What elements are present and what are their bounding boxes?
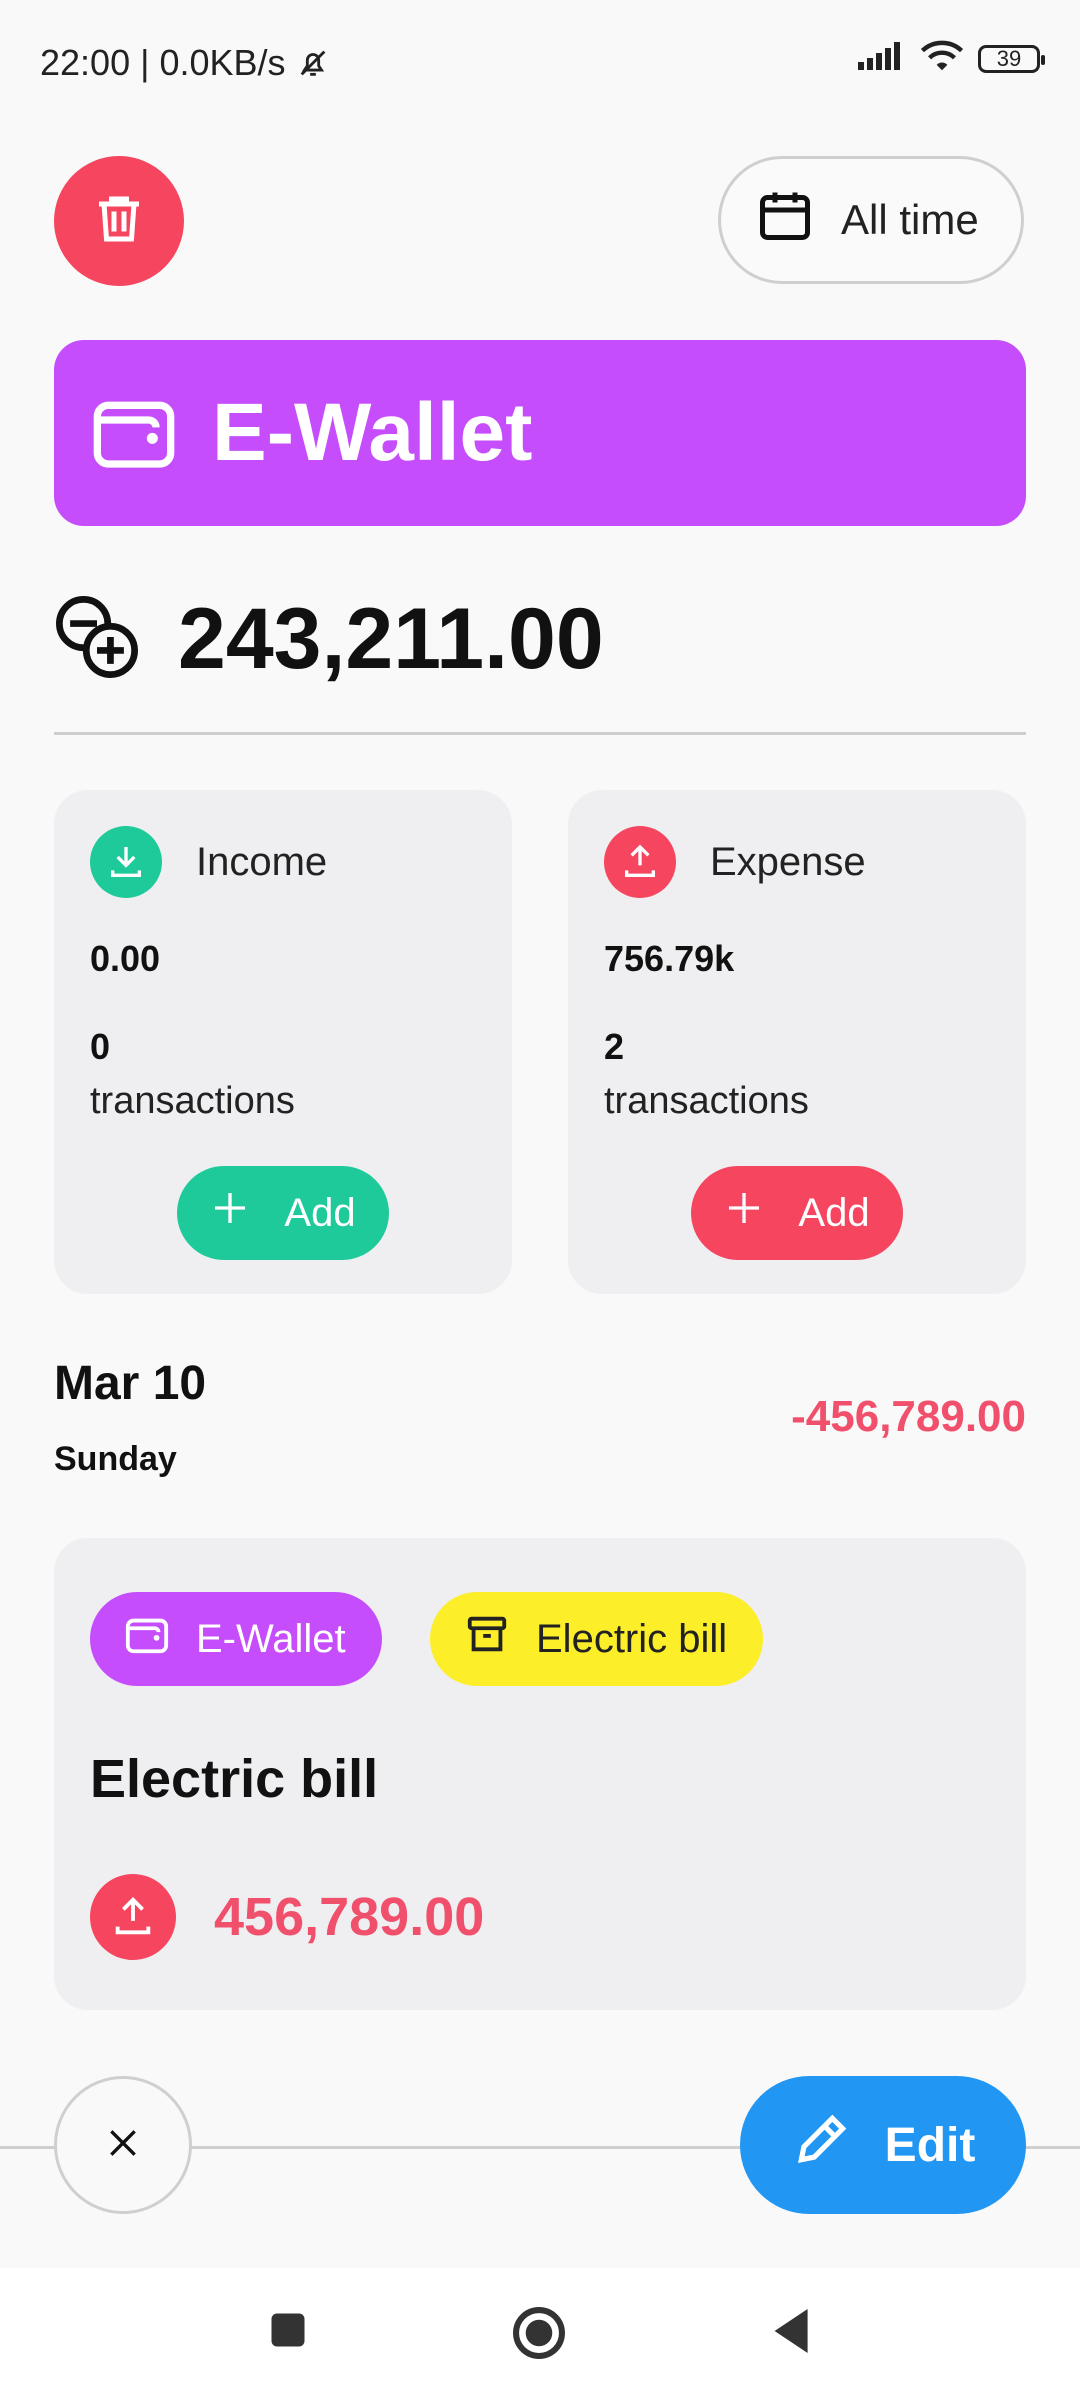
add-income-label: Add xyxy=(284,1190,356,1235)
date-heading: Mar 10 xyxy=(54,1357,207,1410)
expense-card: Expense 756.79k 2 transactions Add xyxy=(568,790,1026,1294)
wallet-balance: 243,211.00 xyxy=(178,591,604,687)
edit-label: Edit xyxy=(884,2118,976,2172)
divider xyxy=(54,732,1026,735)
battery-indicator: 39 xyxy=(978,44,1045,73)
add-income-button[interactable]: Add xyxy=(177,1166,389,1260)
expense-label: Expense xyxy=(710,839,866,884)
period-label: All time xyxy=(841,196,979,243)
back-button[interactable] xyxy=(768,2304,812,2363)
transaction-card[interactable]: E-Wallet Electric bill Electric bill 456… xyxy=(54,1538,1026,2010)
transaction-amount-row: 456,789.00 xyxy=(90,1874,484,1960)
wallet-icon xyxy=(90,387,178,480)
edit-button[interactable]: Edit xyxy=(740,2076,1026,2214)
income-count: 0 xyxy=(90,1026,111,1067)
income-amount: 0.00 xyxy=(90,938,161,979)
bell-off-icon xyxy=(296,42,330,83)
close-icon xyxy=(103,2123,143,2168)
add-expense-button[interactable]: Add xyxy=(691,1166,903,1260)
recents-button[interactable] xyxy=(266,2308,310,2357)
category-chip-label: Electric bill xyxy=(536,1616,728,1661)
expense-amount: 756.79k xyxy=(604,938,735,979)
weekday-label: Sunday xyxy=(54,1440,177,1478)
transaction-amount: 456,789.00 xyxy=(214,1887,485,1947)
expense-count: 2 xyxy=(604,1026,625,1067)
wallet-icon xyxy=(124,1611,170,1667)
income-count-label: transactions xyxy=(90,1080,295,1122)
status-time: 22:00 | 0.0KB/s xyxy=(40,42,330,84)
expense-icon xyxy=(604,826,676,898)
income-label: Income xyxy=(196,839,328,884)
wifi-icon xyxy=(920,40,964,77)
home-button[interactable] xyxy=(510,2304,568,2367)
expense-count-label: transactions xyxy=(604,1080,809,1122)
system-navigation-bar xyxy=(0,2268,1080,2400)
status-icons: 39 xyxy=(858,40,1045,77)
date-total: -456,789.00 xyxy=(791,1392,1026,1441)
period-filter-button[interactable]: All time xyxy=(718,156,1024,284)
archive-icon xyxy=(464,1611,510,1667)
pencil-icon xyxy=(791,2108,853,2182)
delete-wallet-button[interactable] xyxy=(54,156,184,286)
category-chip[interactable]: Electric bill xyxy=(430,1592,764,1686)
wallet-header: E-Wallet xyxy=(54,340,1026,526)
income-icon xyxy=(90,826,162,898)
wallet-chip-label: E-Wallet xyxy=(196,1616,346,1661)
wallet-name: E-Wallet xyxy=(212,387,533,478)
plus-icon xyxy=(724,1188,764,1238)
expense-icon xyxy=(90,1874,176,1960)
plus-icon xyxy=(210,1188,250,1238)
calendar-icon xyxy=(755,185,815,255)
signal-icon xyxy=(858,42,906,75)
income-card: Income 0.00 0 transactions Add xyxy=(54,790,512,1294)
balance-icon xyxy=(54,594,140,685)
wallet-chip[interactable]: E-Wallet xyxy=(90,1592,382,1686)
add-expense-label: Add xyxy=(798,1190,870,1235)
transaction-title: Electric bill xyxy=(90,1749,379,1809)
trash-icon xyxy=(89,188,149,255)
close-button[interactable] xyxy=(54,2076,192,2214)
balance-row: 243,211.00 xyxy=(54,590,604,689)
